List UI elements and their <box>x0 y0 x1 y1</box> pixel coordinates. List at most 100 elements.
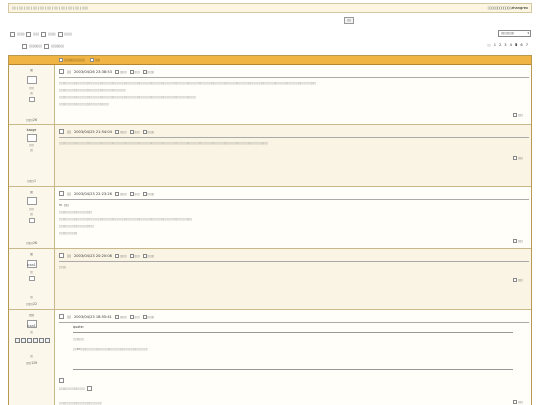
post-author-name[interactable]: ▯▯ <box>9 190 54 194</box>
prev-thread-icon <box>22 43 27 49</box>
thread-header: ▯▯▯▯▯▯▯▯▯▯▯ ▯▯▯ <box>9 56 531 65</box>
current-user: ▯▯▯▯▯▯▯▯▯▯▯▯zhangrex <box>488 6 528 10</box>
page-link[interactable]: 1 <box>494 43 496 47</box>
post-author-panel: kaoge ▯▯▯ ▯▯ ▯▯▯▯1 <box>9 125 55 186</box>
profile-icon <box>114 314 119 319</box>
reply-button[interactable]: ▯▯▯ <box>513 112 527 118</box>
post-body-line: ▯▯▯▯▯▯▯▯▯▯▯▯▯▯ <box>59 386 93 391</box>
profile-button[interactable]: ▯▯▯▯ <box>114 129 127 134</box>
thread-table: ▯▯▯▯▯▯▯▯▯▯▯ ▯▯▯ ▯▯ ▯▯▯ ▯▯ ▯▯▯▯26 ▯▯ 2003… <box>8 55 532 405</box>
profile-button[interactable]: ▯▯▯▯ <box>114 314 127 319</box>
post-body-line: ▯▯▯▯▯▯▯▯▯▯▯▯▯▯▯▯▯▯▯▯▯▯▯▯▯▯▯▯▯▯▯▯▯▯▯▯ <box>59 88 126 92</box>
post-body-text: ▯▯▯▯▯▯▯▯▯▯▯▯▯▯ <box>59 386 85 391</box>
prev-thread-link[interactable]: ▯▯▯▯▯▯▯ <box>29 44 42 48</box>
next-thread-link[interactable]: ▯▯▯▯▯▯▯ <box>51 44 64 48</box>
inline-image-icon <box>87 386 93 391</box>
avatar <box>27 197 37 205</box>
post-body-line: ▯▯▯▯▯▯▯▯▯▯▯▯▯▯▯▯▯▯▯▯▯▯▯▯▯▯▯▯▯▯▯▯▯▯▯▯▯▯▯▯… <box>59 95 196 99</box>
profile-button[interactable]: ▯▯▯▯ <box>114 191 127 196</box>
center-small-button[interactable]: ▯▯ <box>344 17 354 24</box>
rank-icon <box>29 218 35 223</box>
message-label: ▯▯▯ <box>134 253 140 258</box>
post-author-name[interactable]: ▯▯ <box>9 68 54 72</box>
message-label: ▯▯▯ <box>134 191 140 196</box>
user-level: ▯▯ <box>29 212 34 216</box>
user-title: ▯▯ <box>29 354 34 358</box>
avatar <box>27 76 37 84</box>
rank-icon <box>29 276 35 281</box>
username-link[interactable]: zhangrex <box>511 6 528 10</box>
star-icon <box>32 338 38 343</box>
new-thread-link[interactable]: ▯▯▯▯ <box>17 32 24 36</box>
message-button[interactable]: ▯▯▯ <box>129 191 140 196</box>
favorite-link[interactable]: ▯▯▯▯ <box>65 32 72 36</box>
quote-button[interactable]: ▯▯▯▯ <box>142 69 154 74</box>
reply-btn-icon <box>513 239 517 243</box>
post-author-name[interactable]: ▯▯▯ <box>9 313 54 317</box>
post-icon <box>59 129 64 134</box>
page-link[interactable]: 2 <box>499 43 501 47</box>
quote-heading: quote: <box>73 325 84 329</box>
post-count: ▯▯▯▯22 <box>25 302 38 306</box>
post-content: ▯▯ 2003/04/26 23:38:53 ▯▯▯▯ ▯▯▯ ▯▯▯▯ ▯▯▯… <box>55 65 531 124</box>
avatar-caption: ▯▯▯ <box>28 207 35 211</box>
thread-header-suffix[interactable]: ▯▯▯ <box>95 58 101 62</box>
message-button[interactable]: ▯▯▯ <box>129 253 140 258</box>
quote-icon <box>142 69 147 74</box>
quote-button[interactable]: ▯▯▯▯ <box>142 253 154 258</box>
post-floor: ▯▯ <box>67 253 71 258</box>
post-body-line: ▯▯▯▯▯▯▯▯▯▯▯▯▯▯▯▯▯▯▯▯▯▯▯▯▯▯▯▯▯▯▯▯▯▯▯▯▯▯▯▯… <box>59 81 317 85</box>
reply-btn-icon <box>513 156 517 160</box>
message-button[interactable]: ▯▯▯ <box>129 69 140 74</box>
quote-line: ▯▯80▯▯▯▯▯▯▯▯▯▯▯▯▯▯▯▯▯▯▯▯▯▯▯▯▯▯▯▯▯▯▯▯▯▯▯▯ <box>73 347 148 351</box>
reply-button-label: ▯▯▯ <box>518 278 523 282</box>
page-link[interactable]: 4 <box>510 43 512 47</box>
avatar-caption: icon1 <box>27 324 36 328</box>
quote-button[interactable]: ▯▯▯▯ <box>142 129 154 134</box>
profile-label: ▯▯▯▯ <box>119 129 127 134</box>
post-body-line: ▯▯▯▯▯▯▯▯▯▯▯▯▯▯▯▯▯▯▯▯▯▯▯▯▯▯▯▯▯▯▯▯▯▯▯▯▯▯▯▯… <box>59 217 193 221</box>
reply-button[interactable]: ▯▯▯ <box>513 238 527 244</box>
post-author-name[interactable]: kaoge <box>9 128 54 132</box>
page-link[interactable]: 7 <box>526 43 528 47</box>
post-count: ▯▯▯▯1 <box>26 179 37 183</box>
avatar-caption: icon1 <box>27 263 36 267</box>
forum-jump-select[interactable]: ▯▯▯▯▯▯▯▯ ▾ <box>498 30 531 37</box>
profile-label: ▯▯▯▯ <box>119 253 127 258</box>
page-link[interactable]: 3 <box>504 43 506 47</box>
reply-icon <box>41 31 47 37</box>
post: ▯▯▯ icon1 ▯▯ ▯▯ ▯▯▯129 ▯▯ 2003/04/23 18:… <box>9 310 531 405</box>
quote-button[interactable]: ▯▯▯▯ <box>142 191 154 196</box>
user-level: ▯▯ <box>29 148 34 152</box>
reply-btn-icon <box>513 278 517 282</box>
new-poll-link[interactable]: ▯▯▯ <box>33 32 39 36</box>
post-author-name[interactable]: ▯▯ <box>9 252 54 256</box>
star-icon <box>14 338 20 343</box>
user-prefix: ▯▯▯▯▯▯▯▯▯▯▯▯ <box>487 6 512 10</box>
post-body-line: ▯▯▯▯▯▯▯▯▯▯▯▯▯▯▯▯▯▯▯▯▯▯▯▯▯▯▯ <box>59 102 109 106</box>
page-link[interactable]: 6 <box>520 43 522 47</box>
reply-link[interactable]: ▯▯▯▯ <box>48 32 55 36</box>
quote-button[interactable]: ▯▯▯▯ <box>142 314 154 319</box>
post-content: ▯▯ 2003/04/23 18:55:41 ▯▯▯▯ ▯▯▯ ▯▯▯▯ quo… <box>55 310 531 405</box>
post-divider <box>59 199 529 200</box>
user-level: ▯▯ <box>29 270 34 274</box>
reply-button[interactable]: ▯▯▯ <box>513 399 527 405</box>
profile-icon <box>114 191 119 196</box>
reply-button[interactable]: ▯▯▯ <box>513 277 527 283</box>
new-poll-icon <box>26 31 32 37</box>
reply-button[interactable]: ▯▯▯ <box>513 155 527 161</box>
message-button[interactable]: ▯▯▯ <box>129 314 140 319</box>
message-icon <box>129 129 134 134</box>
post-meta: ▯▯ 2003/04/23 18:55:41 ▯▯▯▯ ▯▯▯ ▯▯▯▯ <box>59 314 154 319</box>
profile-button[interactable]: ▯▯▯▯ <box>114 253 127 258</box>
profile-icon <box>114 253 119 258</box>
post-timestamp: 2003/04/26 23:38:53 <box>73 69 112 74</box>
profile-icon <box>114 69 119 74</box>
star-icon <box>44 338 50 343</box>
avatar-caption: ▯▯▯ <box>28 143 35 147</box>
profile-button[interactable]: ▯▯▯▯ <box>114 69 127 74</box>
top-nav-links[interactable]: ▯▯ | ▯▯ | ▯▯ | ▯▯ | ▯▯ | ▯▯ | ▯▯ | ▯▯ | … <box>12 6 88 10</box>
rank-stars <box>12 338 52 343</box>
message-button[interactable]: ▯▯▯ <box>129 129 140 134</box>
